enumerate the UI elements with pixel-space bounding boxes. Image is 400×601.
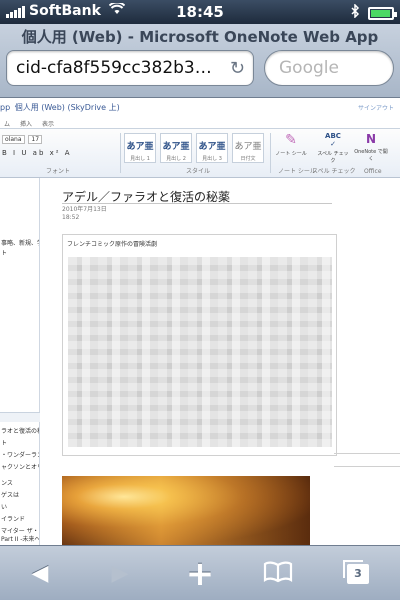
add-icon: + [185, 553, 215, 594]
font-size-select[interactable]: 17 [28, 135, 43, 144]
note-container[interactable]: フレンチコミック原作の冒険活劇 [62, 234, 337, 456]
browser-chrome: 個人用 (Web) - Microsoft OneNote Web App ci… [0, 24, 400, 98]
reload-icon[interactable]: ↻ [230, 58, 245, 79]
format-buttons[interactable]: B I U ab x² A [2, 149, 72, 157]
tab-home[interactable]: ム [4, 116, 10, 128]
page-item[interactable]: ラオと復活の秘 [1, 426, 39, 435]
page-item[interactable]: い [1, 502, 39, 511]
signout-link[interactable]: サインアウト [358, 103, 394, 112]
section-item[interactable]: 事略、新規、学生 [1, 238, 39, 247]
notebook-title[interactable]: 個人用 (Web) (SkyDrive 上) [15, 103, 120, 112]
font-controls: olana 17 [2, 135, 44, 144]
tool-label: スペル チェック [317, 151, 349, 164]
search-input[interactable]: Google [264, 50, 394, 86]
url-text: cid-cfa8f559cc382b3… [16, 58, 212, 78]
navigation-pane: 事略、新規、学生 ト ラオと復活の秘 ト ・ワンダーランド ャクソンとオリ ンス… [0, 178, 40, 545]
font-name-select[interactable]: olana [2, 135, 25, 144]
style-sample: あア亜 [162, 142, 190, 152]
tab-view[interactable]: 表示 [42, 116, 54, 128]
note-container-edge [334, 453, 400, 467]
back-icon: ◀ [31, 561, 49, 586]
tool-label: ノート シール [275, 151, 307, 157]
note-title: フレンチコミック原作の冒険活劇 [67, 241, 158, 248]
section-item[interactable]: ト [1, 248, 39, 257]
note-page[interactable]: アデル／ファラオと復活の秘薬 2010年7月13日 18:52 フレンチコミック… [48, 178, 400, 545]
page-date-text: 2010年7月13日 [62, 206, 107, 213]
tag-icon: ✎ [285, 132, 297, 148]
open-in-onenote-button[interactable]: N OneNote で開く [354, 132, 388, 162]
tab-count: 3 [354, 566, 362, 580]
search-placeholder: Google [279, 58, 339, 78]
style-label: 日付文 [240, 156, 256, 162]
spellcheck-button[interactable]: ABC ✓ スペル チェック [316, 132, 350, 164]
style-label: 見出し 2 [166, 156, 186, 162]
group-font-label: フォント [46, 168, 71, 175]
onenote-header: pp 個人用 (Web) (SkyDrive 上) サインアウト [0, 98, 400, 116]
tag-button[interactable]: ✎ ノート シール [274, 132, 308, 157]
page-title: 個人用 (Web) - Microsoft OneNote Web App [21, 28, 379, 46]
page-item[interactable]: ャクソンとオリ [1, 462, 39, 471]
style-sample: あア亜 [126, 142, 154, 152]
bookmarks-button[interactable] [248, 546, 308, 601]
page-item[interactable]: ・ワンダーランド [1, 450, 39, 459]
group-style-label: スタイル [186, 168, 211, 175]
ribbon-separator [120, 133, 121, 173]
status-bar: SoftBank 18:45 [0, 0, 400, 24]
group-tags-label: ノート シール [278, 168, 316, 175]
add-bookmark-button[interactable]: + [170, 546, 230, 601]
page-time-text: 18:52 [62, 214, 80, 221]
address-bar[interactable]: cid-cfa8f559cc382b3… ↻ [6, 50, 254, 86]
ribbon-separator [270, 133, 271, 173]
style-sample: あア亜 [234, 142, 262, 152]
group-spell-label: スペル チェック [312, 168, 356, 175]
style-heading-1[interactable]: あア亜 見出し 1 [124, 133, 156, 163]
browser-toolbar: ◀ ▶ + 3 [0, 545, 400, 600]
forward-button[interactable]: ▶ [90, 546, 150, 601]
battery-icon [368, 6, 397, 20]
tool-label: OneNote で開く [354, 149, 388, 162]
heading-rule [62, 203, 332, 204]
app-label: pp [0, 103, 11, 112]
page-item[interactable]: イランド [1, 514, 39, 523]
web-content[interactable]: pp 個人用 (Web) (SkyDrive 上) サインアウト ム 挿入 表示… [0, 98, 400, 545]
tabs-icon: 3 [343, 559, 369, 584]
pixelated-text-block [68, 257, 332, 447]
tabs-button[interactable]: 3 [328, 546, 388, 601]
style-label: 見出し 1 [130, 156, 150, 162]
page-item[interactable]: ンス [1, 478, 39, 487]
style-sample: あア亜 [198, 142, 226, 152]
page-item[interactable]: ト [1, 438, 39, 447]
style-date[interactable]: あア亜 日付文 [232, 133, 264, 163]
pages-header [0, 412, 40, 422]
page-date: 2010年7月13日 18:52 [62, 206, 107, 222]
group-office-label: Office [364, 168, 382, 175]
ribbon-tabs: ム 挿入 表示 [0, 116, 400, 128]
clock: 18:45 [176, 3, 224, 21]
movie-photo [62, 476, 310, 545]
tab-insert[interactable]: 挿入 [20, 116, 32, 128]
page-item[interactable]: Part II -未来への [1, 534, 39, 543]
bookmarks-icon [263, 557, 293, 590]
page-item[interactable]: ゲスは [1, 490, 39, 499]
forward-icon: ▶ [111, 561, 129, 586]
bluetooth-icon [351, 3, 360, 22]
style-label: 見出し 3 [202, 156, 222, 162]
spellcheck-icon: ABC ✓ [325, 132, 341, 148]
style-heading-3[interactable]: あア亜 見出し 3 [196, 133, 228, 163]
onenote-icon: N [365, 132, 377, 146]
style-heading-2[interactable]: あア亜 見出し 2 [160, 133, 192, 163]
ribbon: olana 17 B I U ab x² A フォント あア亜 見出し 1 あア… [0, 128, 400, 178]
back-button[interactable]: ◀ [10, 546, 70, 601]
